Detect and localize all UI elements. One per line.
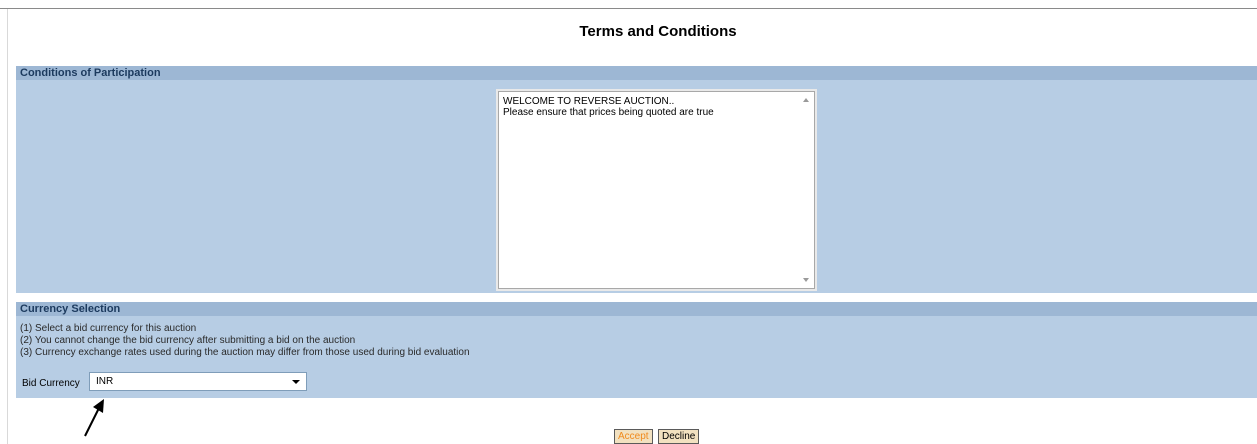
top-border	[0, 8, 1257, 9]
terms-text: WELCOME TO REVERSE AUCTION.. Please ensu…	[503, 96, 714, 118]
currency-note-1: (1) Select a bid currency for this aucti…	[20, 323, 197, 334]
chevron-down-icon[interactable]	[292, 380, 300, 384]
bid-currency-label: Bid Currency	[22, 378, 80, 389]
scroll-up-icon[interactable]	[803, 98, 809, 102]
terms-scrollbar[interactable]	[799, 92, 814, 288]
bid-currency-select[interactable]: INR	[89, 372, 307, 391]
left-edge	[7, 9, 8, 444]
terms-textarea[interactable]: WELCOME TO REVERSE AUCTION.. Please ensu…	[498, 91, 815, 289]
currency-header: Currency Selection	[16, 302, 1257, 316]
page-title: Terms and Conditions	[579, 23, 737, 40]
currency-note-3: (3) Currency exchange rates used during …	[20, 347, 470, 358]
terms-textarea-frame: WELCOME TO REVERSE AUCTION.. Please ensu…	[496, 89, 817, 291]
arrow-icon	[84, 399, 104, 437]
scroll-down-icon[interactable]	[803, 278, 809, 282]
accept-button[interactable]: Accept	[614, 429, 653, 444]
bid-currency-value: INR	[96, 376, 114, 387]
decline-button[interactable]: Decline	[658, 429, 700, 444]
currency-note-2: (2) You cannot change the bid currency a…	[20, 335, 356, 346]
conditions-header: Conditions of Participation	[16, 66, 1257, 80]
